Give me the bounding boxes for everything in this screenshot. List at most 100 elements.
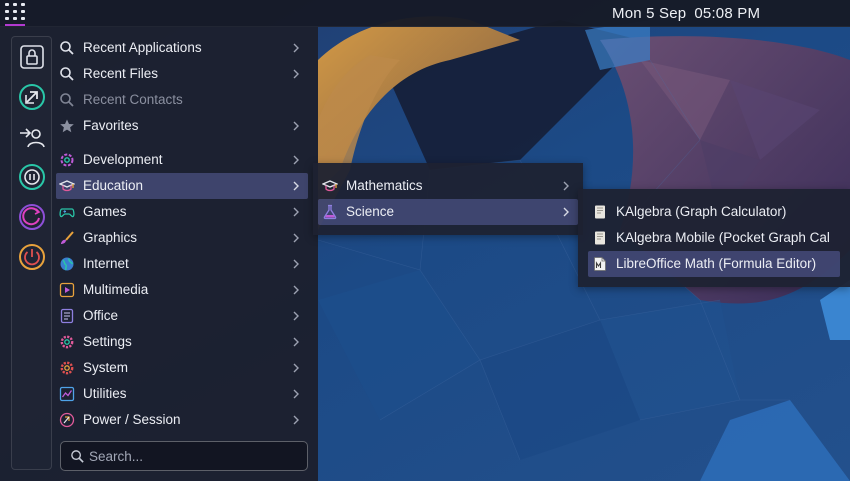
chevron-right-icon [292, 180, 300, 192]
submenu-item-label: Science [346, 204, 395, 219]
chevron-right-icon [292, 414, 300, 426]
suspend-button[interactable] [18, 163, 46, 191]
submenu-item-label: Mathematics [346, 178, 423, 193]
category-list: Recent Applications Recent Files Recent … [56, 35, 308, 433]
globe-icon [59, 256, 75, 272]
search-icon [71, 450, 84, 463]
education-icon [322, 178, 338, 194]
shutdown-button[interactable] [18, 243, 46, 271]
leave-icon [19, 84, 45, 110]
restart-icon [19, 204, 45, 230]
chevron-right-icon [292, 154, 300, 166]
chevron-right-icon [292, 310, 300, 322]
category-label: Multimedia [83, 282, 149, 297]
chevron-right-icon [292, 336, 300, 348]
category-label: Graphics [83, 230, 138, 245]
chevron-right-icon [562, 206, 570, 218]
menu-item-label: Favorites [83, 118, 139, 133]
gamepad-icon [59, 204, 75, 220]
restart-button[interactable] [18, 203, 46, 231]
chevron-right-icon [292, 232, 300, 244]
session-sidebar [11, 36, 52, 470]
lock-screen-button[interactable] [18, 43, 46, 71]
chevron-right-icon [292, 120, 300, 132]
education-icon [59, 178, 75, 194]
suspend-icon [19, 164, 45, 190]
app-kalgebra[interactable]: KAlgebra (Graph Calculator) [588, 199, 850, 225]
category-education[interactable]: Education [56, 173, 308, 199]
category-label: Development [83, 152, 163, 167]
submenu-item-science[interactable]: Science [318, 199, 578, 225]
category-graphics[interactable]: Graphics [56, 225, 308, 251]
gear-icon [59, 360, 75, 376]
menu-item-label: Recent Files [83, 66, 159, 81]
switch-user-button[interactable] [18, 123, 46, 151]
play-icon [59, 282, 75, 298]
category-settings[interactable]: Settings [56, 329, 308, 355]
category-label: System [83, 360, 129, 375]
menu-item-recent-applications[interactable]: Recent Applications [56, 35, 308, 61]
app-grid-icon [5, 3, 25, 21]
app-kalgebra-mobile[interactable]: KAlgebra Mobile (Pocket Graph Cal [588, 225, 850, 251]
category-multimedia[interactable]: Multimedia [56, 277, 308, 303]
shutdown-icon [19, 244, 45, 270]
category-label: Education [83, 178, 144, 193]
chevron-right-icon [562, 180, 570, 192]
clock-time: 05:08 PM [694, 5, 761, 22]
category-power-session[interactable]: Power / Session [56, 407, 308, 433]
category-office[interactable]: Office [56, 303, 308, 329]
clock-date: Mon 5 Sep [612, 5, 687, 22]
science-submenu: KAlgebra (Graph Calculator) KAlgebra Mob… [578, 189, 850, 287]
top-panel: Mon 5 Sep 05:08 PM [0, 0, 850, 27]
leave-button[interactable] [18, 83, 46, 111]
session-icon [59, 412, 75, 428]
category-label: Internet [83, 256, 129, 271]
education-submenu: Mathematics Science [313, 163, 583, 235]
search-icon [59, 40, 75, 56]
app-label: LibreOffice Math (Formula Editor) [616, 256, 817, 271]
chevron-right-icon [292, 42, 300, 54]
kalgebra-icon [592, 204, 608, 220]
menu-item-favorites[interactable]: Favorites [56, 113, 308, 139]
star-icon [59, 118, 75, 134]
app-libreoffice-math[interactable]: LibreOffice Math (Formula Editor) [588, 251, 840, 277]
submenu-item-mathematics[interactable]: Mathematics [318, 173, 578, 199]
switch-user-icon [20, 128, 45, 148]
digital-clock[interactable]: Mon 5 Sep 05:08 PM [612, 5, 760, 22]
chevron-right-icon [292, 206, 300, 218]
document-icon [59, 308, 75, 324]
chevron-right-icon [292, 362, 300, 374]
category-internet[interactable]: Internet [56, 251, 308, 277]
chevron-right-icon [292, 68, 300, 80]
chevron-right-icon [292, 388, 300, 400]
category-games[interactable]: Games [56, 199, 308, 225]
chevron-right-icon [292, 258, 300, 270]
kalgebra-icon [592, 230, 608, 246]
category-label: Power / Session [83, 412, 181, 427]
search-input[interactable] [89, 446, 299, 466]
libreoffice-math-icon [592, 256, 608, 272]
search-icon [59, 66, 75, 82]
search-icon [59, 92, 75, 108]
menu-item-label: Recent Applications [83, 40, 202, 55]
category-development[interactable]: Development [56, 147, 308, 173]
brush-icon [59, 230, 75, 246]
app-label: KAlgebra Mobile (Pocket Graph Cal [616, 230, 830, 245]
category-label: Games [83, 204, 127, 219]
category-label: Office [83, 308, 119, 323]
flask-icon [322, 204, 338, 220]
launcher-active-indicator [5, 24, 25, 26]
category-system[interactable]: System [56, 355, 308, 381]
app-launcher-button[interactable] [4, 2, 26, 26]
gear-icon [59, 334, 75, 350]
category-utilities[interactable]: Utilities [56, 381, 308, 407]
search-field[interactable] [60, 441, 308, 471]
menu-separator [56, 139, 308, 147]
menu-item-label: Recent Contacts [83, 92, 183, 107]
app-label: KAlgebra (Graph Calculator) [616, 204, 787, 219]
menu-item-recent-files[interactable]: Recent Files [56, 61, 308, 87]
chart-icon [59, 386, 75, 402]
category-label: Utilities [83, 386, 127, 401]
chevron-right-icon [292, 284, 300, 296]
application-menu: Recent Applications Recent Files Recent … [0, 27, 318, 481]
